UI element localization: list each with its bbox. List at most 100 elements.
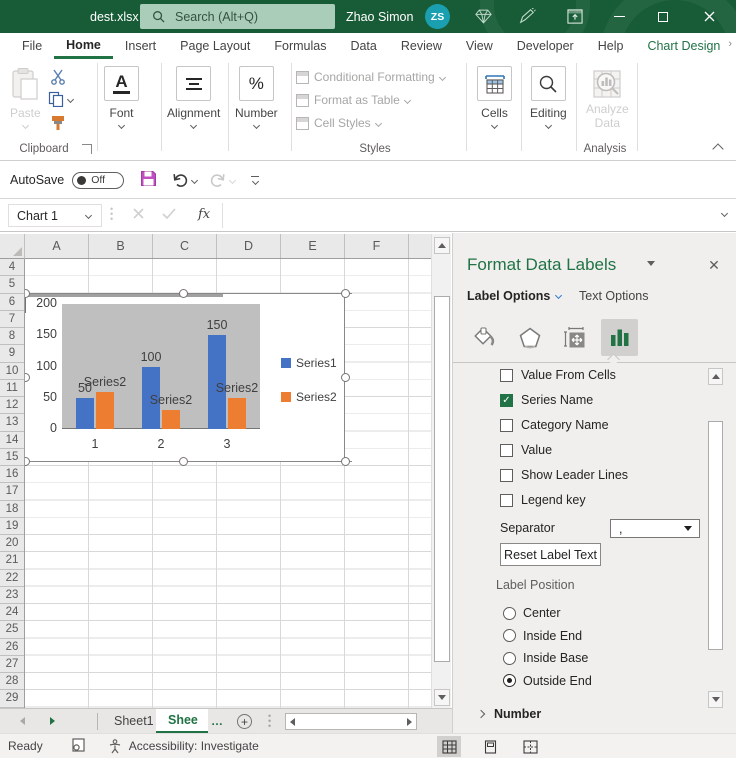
- fill-line-icon[interactable]: [466, 319, 503, 356]
- size-properties-icon[interactable]: [556, 319, 593, 356]
- tab-insert[interactable]: Insert: [113, 33, 168, 59]
- row-header-15[interactable]: 15: [0, 449, 24, 466]
- column-header-E[interactable]: E: [281, 234, 345, 258]
- column-header-F[interactable]: F: [345, 234, 409, 258]
- tab-label-options[interactable]: Label Options: [467, 289, 561, 303]
- tab-file[interactable]: File: [10, 33, 54, 59]
- row-header-17[interactable]: 17: [0, 483, 24, 500]
- tab-page-layout[interactable]: Page Layout: [168, 33, 262, 59]
- checkbox-category-name[interactable]: Category Name: [500, 415, 609, 435]
- row-header-22[interactable]: 22: [0, 570, 24, 587]
- prev-sheet-button[interactable]: [20, 717, 25, 725]
- embedded-chart[interactable]: 050100150200150Series22100Series23150Ser…: [25, 293, 345, 462]
- checkbox-series-name[interactable]: ✓Series Name: [500, 390, 593, 410]
- bar-series2-cat2[interactable]: [162, 410, 180, 429]
- formula-input[interactable]: [224, 203, 714, 228]
- customize-qat-button[interactable]: [251, 176, 259, 184]
- page-break-preview-button[interactable]: [518, 736, 542, 757]
- row-header-29[interactable]: 29: [0, 690, 24, 707]
- enter-button[interactable]: [162, 208, 176, 222]
- row-header-5[interactable]: 5: [0, 276, 24, 293]
- label-options-icon[interactable]: [601, 319, 638, 356]
- checkbox-value-from-cells[interactable]: Value From Cells: [500, 365, 616, 385]
- row-header-6[interactable]: 6: [0, 294, 24, 311]
- reset-label-text-button[interactable]: Reset Label Text: [500, 543, 601, 566]
- data-label[interactable]: 100: [141, 350, 162, 364]
- column-header-D[interactable]: D: [217, 234, 281, 258]
- row-header-12[interactable]: 12: [0, 397, 24, 414]
- data-label[interactable]: Series2: [84, 375, 126, 389]
- tab-chart-design[interactable]: Chart Design: [635, 33, 732, 59]
- page-layout-view-button[interactable]: [478, 736, 502, 757]
- redo-button[interactable]: [209, 172, 235, 188]
- sheet-tab-overflow[interactable]: …: [211, 714, 223, 728]
- copy-button[interactable]: [48, 91, 73, 107]
- font-group-button[interactable]: A Font: [104, 66, 139, 128]
- cell-styles-button[interactable]: Cell Styles: [296, 116, 381, 130]
- column-header-B[interactable]: B: [89, 234, 153, 258]
- tab-view[interactable]: View: [454, 33, 505, 59]
- accessibility-status[interactable]: Accessibility: Investigate: [108, 739, 259, 754]
- draw-pen-icon[interactable]: [512, 0, 542, 33]
- more-tabs-chevron-icon[interactable]: ›: [728, 38, 732, 50]
- number-section-header[interactable]: Number: [478, 707, 541, 721]
- row-header-8[interactable]: 8: [0, 328, 24, 345]
- normal-view-button[interactable]: [437, 736, 461, 757]
- tab-formulas[interactable]: Formulas: [262, 33, 338, 59]
- scrollbar-thumb[interactable]: [708, 421, 723, 650]
- checkbox-legend-key[interactable]: Legend key: [500, 490, 586, 510]
- column-header-A[interactable]: A: [25, 234, 89, 258]
- search-box[interactable]: Search (Alt+Q): [140, 4, 335, 29]
- next-sheet-button[interactable]: [50, 717, 55, 725]
- row-header-26[interactable]: 26: [0, 639, 24, 656]
- tab-home[interactable]: Home: [54, 33, 113, 59]
- tab-data[interactable]: Data: [338, 33, 388, 59]
- tabbar-resize-dots[interactable]: •••: [268, 714, 271, 729]
- horizontal-scrollbar[interactable]: [285, 713, 417, 730]
- scroll-right-button[interactable]: [407, 718, 412, 726]
- checkbox-value[interactable]: Value: [500, 440, 552, 460]
- format-painter-button[interactable]: [50, 115, 66, 134]
- row-header-11[interactable]: 11: [0, 380, 24, 397]
- scroll-left-button[interactable]: [290, 718, 295, 726]
- close-button[interactable]: [694, 0, 724, 33]
- tab-review[interactable]: Review: [389, 33, 454, 59]
- data-label[interactable]: Series2: [216, 381, 258, 395]
- ribbon-display-options-icon[interactable]: [560, 0, 590, 33]
- maximize-button[interactable]: [648, 0, 678, 33]
- premium-diamond-icon[interactable]: [468, 0, 498, 33]
- cancel-button[interactable]: [132, 207, 145, 223]
- undo-button[interactable]: [171, 172, 197, 188]
- tab-text-options[interactable]: Text Options: [579, 289, 648, 303]
- row-header-25[interactable]: 25: [0, 621, 24, 638]
- alignment-group-button[interactable]: Alignment: [167, 66, 220, 128]
- row-header-27[interactable]: 27: [0, 656, 24, 673]
- row-header-19[interactable]: 19: [0, 518, 24, 535]
- paste-button[interactable]: Paste: [10, 67, 41, 128]
- cut-button[interactable]: [50, 69, 66, 88]
- row-header-4[interactable]: 4: [0, 259, 24, 276]
- collapse-ribbon-icon[interactable]: [712, 143, 723, 154]
- name-box[interactable]: Chart 1: [8, 204, 102, 227]
- scroll-down-button[interactable]: [708, 691, 723, 708]
- clipboard-dialog-launcher[interactable]: [82, 144, 92, 154]
- legend-item-series1[interactable]: Series1: [281, 356, 337, 370]
- pane-close-button[interactable]: ✕: [705, 257, 723, 274]
- scroll-up-button[interactable]: [708, 368, 723, 385]
- analyze-data-button[interactable]: Analyze Data: [586, 66, 629, 130]
- expand-formula-bar-icon[interactable]: [721, 210, 728, 217]
- scrollbar-thumb[interactable]: [434, 296, 450, 662]
- avatar[interactable]: ZS: [425, 4, 450, 29]
- editing-group-button[interactable]: Editing: [530, 66, 567, 128]
- tab-help[interactable]: Help: [586, 33, 636, 59]
- row-header-28[interactable]: 28: [0, 673, 24, 690]
- pane-scrollbar[interactable]: [708, 368, 723, 708]
- effects-icon[interactable]: [511, 319, 548, 356]
- data-label[interactable]: 150: [207, 318, 228, 332]
- row-header-18[interactable]: 18: [0, 501, 24, 518]
- row-header-16[interactable]: 16: [0, 466, 24, 483]
- legend-item-series2[interactable]: Series2: [281, 390, 337, 404]
- scroll-up-button[interactable]: [434, 237, 450, 254]
- row-header-24[interactable]: 24: [0, 604, 24, 621]
- namebox-resize-dots[interactable]: •••: [110, 207, 113, 222]
